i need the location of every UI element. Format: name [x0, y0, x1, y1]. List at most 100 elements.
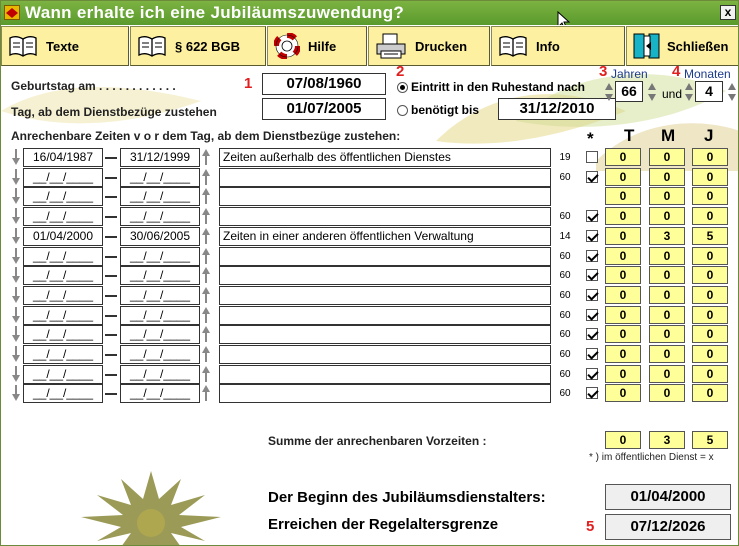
period-to-field[interactable]: __/__/____: [120, 286, 200, 305]
period-to-field[interactable]: __/__/____: [120, 365, 200, 384]
period-from-field[interactable]: __/__/____: [23, 325, 103, 344]
period-to-field[interactable]: 30/06/2005: [120, 227, 200, 246]
window-title: Wann erhalte ich eine Jubiläumszuwendung…: [25, 3, 405, 22]
period-description-field[interactable]: [219, 325, 551, 344]
close-button[interactable]: x: [720, 5, 736, 20]
period-to-field[interactable]: __/__/____: [120, 306, 200, 325]
salary-start-field[interactable]: 01/07/2005: [262, 98, 386, 120]
period-to-field[interactable]: __/__/____: [120, 345, 200, 364]
row-arrow-right-icon[interactable]: [202, 247, 210, 265]
period-from-field[interactable]: 16/04/1987: [23, 148, 103, 167]
period-dash: [105, 256, 117, 258]
years-field[interactable]: 66: [615, 81, 643, 102]
row-arrow-left-icon[interactable]: [12, 247, 20, 265]
years-spinner-left[interactable]: [605, 82, 613, 102]
months-field[interactable]: 4: [695, 81, 723, 102]
retirement-radio[interactable]: [397, 82, 408, 93]
public-service-checkbox[interactable]: [586, 210, 598, 222]
public-service-checkbox[interactable]: [586, 269, 598, 281]
period-from-field[interactable]: 01/04/2000: [23, 227, 103, 246]
row-arrow-right-icon[interactable]: [202, 325, 210, 343]
period-from-field[interactable]: __/__/____: [23, 365, 103, 384]
period-from-field[interactable]: __/__/____: [23, 286, 103, 305]
public-service-checkbox[interactable]: [586, 151, 598, 163]
period-description-field[interactable]: [219, 266, 551, 285]
row-arrow-left-icon[interactable]: [12, 325, 20, 343]
period-description-field[interactable]: [219, 384, 551, 403]
drucken-button[interactable]: Drucken: [368, 26, 490, 66]
bgb-button[interactable]: § 622 BGB: [130, 26, 266, 66]
period-to-field[interactable]: __/__/____: [120, 325, 200, 344]
period-to-field[interactable]: __/__/____: [120, 247, 200, 266]
row-arrow-right-icon[interactable]: [202, 148, 210, 166]
period-months: 0: [649, 345, 685, 363]
years-spinner-right[interactable]: [648, 82, 656, 102]
row-arrow-right-icon[interactable]: [202, 187, 210, 205]
row-arrow-right-icon[interactable]: [202, 306, 210, 324]
months-spinner-right[interactable]: [728, 82, 736, 102]
row-arrow-left-icon[interactable]: [12, 266, 20, 284]
hilfe-button[interactable]: Hilfe: [267, 26, 367, 66]
period-to-field[interactable]: __/__/____: [120, 168, 200, 187]
row-arrow-right-icon[interactable]: [202, 365, 210, 383]
public-service-checkbox[interactable]: [586, 230, 598, 242]
row-arrow-left-icon[interactable]: [12, 168, 20, 186]
period-from-field[interactable]: __/__/____: [23, 266, 103, 285]
period-from-field[interactable]: __/__/____: [23, 384, 103, 403]
period-from-field[interactable]: __/__/____: [23, 306, 103, 325]
period-years: 0: [692, 345, 728, 363]
birthday-field[interactable]: 07/08/1960: [262, 73, 386, 95]
period-description-field[interactable]: Zeiten außerhalb des öffentlichen Dienst…: [219, 148, 551, 167]
period-description-field[interactable]: Zeiten in einer anderen öffentlichen Ver…: [219, 227, 551, 246]
period-from-field[interactable]: __/__/____: [23, 345, 103, 364]
period-description-field[interactable]: [219, 207, 551, 226]
months-spinner-left[interactable]: [685, 82, 693, 102]
needed-until-field[interactable]: 31/12/2010: [498, 98, 616, 120]
public-service-checkbox[interactable]: [586, 250, 598, 262]
public-service-checkbox[interactable]: [586, 171, 598, 183]
schliessen-button[interactable]: Schließen: [626, 26, 738, 66]
period-to-field[interactable]: 31/12/1999: [120, 148, 200, 167]
row-arrow-left-icon[interactable]: [12, 365, 20, 383]
public-service-checkbox[interactable]: [586, 348, 598, 360]
period-to-field[interactable]: __/__/____: [120, 187, 200, 206]
public-service-checkbox[interactable]: [586, 387, 598, 399]
row-arrow-right-icon[interactable]: [202, 168, 210, 186]
public-service-checkbox[interactable]: [586, 328, 598, 340]
period-to-field[interactable]: __/__/____: [120, 266, 200, 285]
period-from-field[interactable]: __/__/____: [23, 168, 103, 187]
row-arrow-right-icon[interactable]: [202, 286, 210, 304]
row-arrow-left-icon[interactable]: [12, 207, 20, 225]
period-description-field[interactable]: [219, 247, 551, 266]
public-service-checkbox[interactable]: [586, 368, 598, 380]
row-arrow-right-icon[interactable]: [202, 207, 210, 225]
needed-until-radio[interactable]: [397, 105, 408, 116]
row-arrow-left-icon[interactable]: [12, 384, 20, 402]
row-arrow-left-icon[interactable]: [12, 286, 20, 304]
period-description-field[interactable]: [219, 306, 551, 325]
row-arrow-left-icon[interactable]: [12, 187, 20, 205]
period-description-field[interactable]: [219, 365, 551, 384]
texte-button[interactable]: Texte: [1, 26, 129, 66]
period-description-field[interactable]: [219, 345, 551, 364]
period-from-field[interactable]: __/__/____: [23, 207, 103, 226]
period-description-field[interactable]: [219, 187, 551, 206]
period-from-field[interactable]: __/__/____: [23, 187, 103, 206]
row-arrow-right-icon[interactable]: [202, 266, 210, 284]
row-arrow-left-icon[interactable]: [12, 227, 20, 245]
info-button[interactable]: Info: [491, 26, 625, 66]
period-from-field[interactable]: __/__/____: [23, 247, 103, 266]
period-to-field[interactable]: __/__/____: [120, 207, 200, 226]
period-description-field[interactable]: [219, 286, 551, 305]
row-arrow-left-icon[interactable]: [12, 345, 20, 363]
period-to-field[interactable]: __/__/____: [120, 384, 200, 403]
period-description-field[interactable]: [219, 168, 551, 187]
public-service-checkbox[interactable]: [586, 289, 598, 301]
public-service-checkbox[interactable]: [586, 309, 598, 321]
row-arrow-left-icon[interactable]: [12, 306, 20, 324]
row-arrow-left-icon[interactable]: [12, 148, 20, 166]
row-arrow-right-icon[interactable]: [202, 384, 210, 402]
row-arrow-right-icon[interactable]: [202, 227, 210, 245]
row-arrow-right-icon[interactable]: [202, 345, 210, 363]
period-dash: [105, 216, 117, 218]
